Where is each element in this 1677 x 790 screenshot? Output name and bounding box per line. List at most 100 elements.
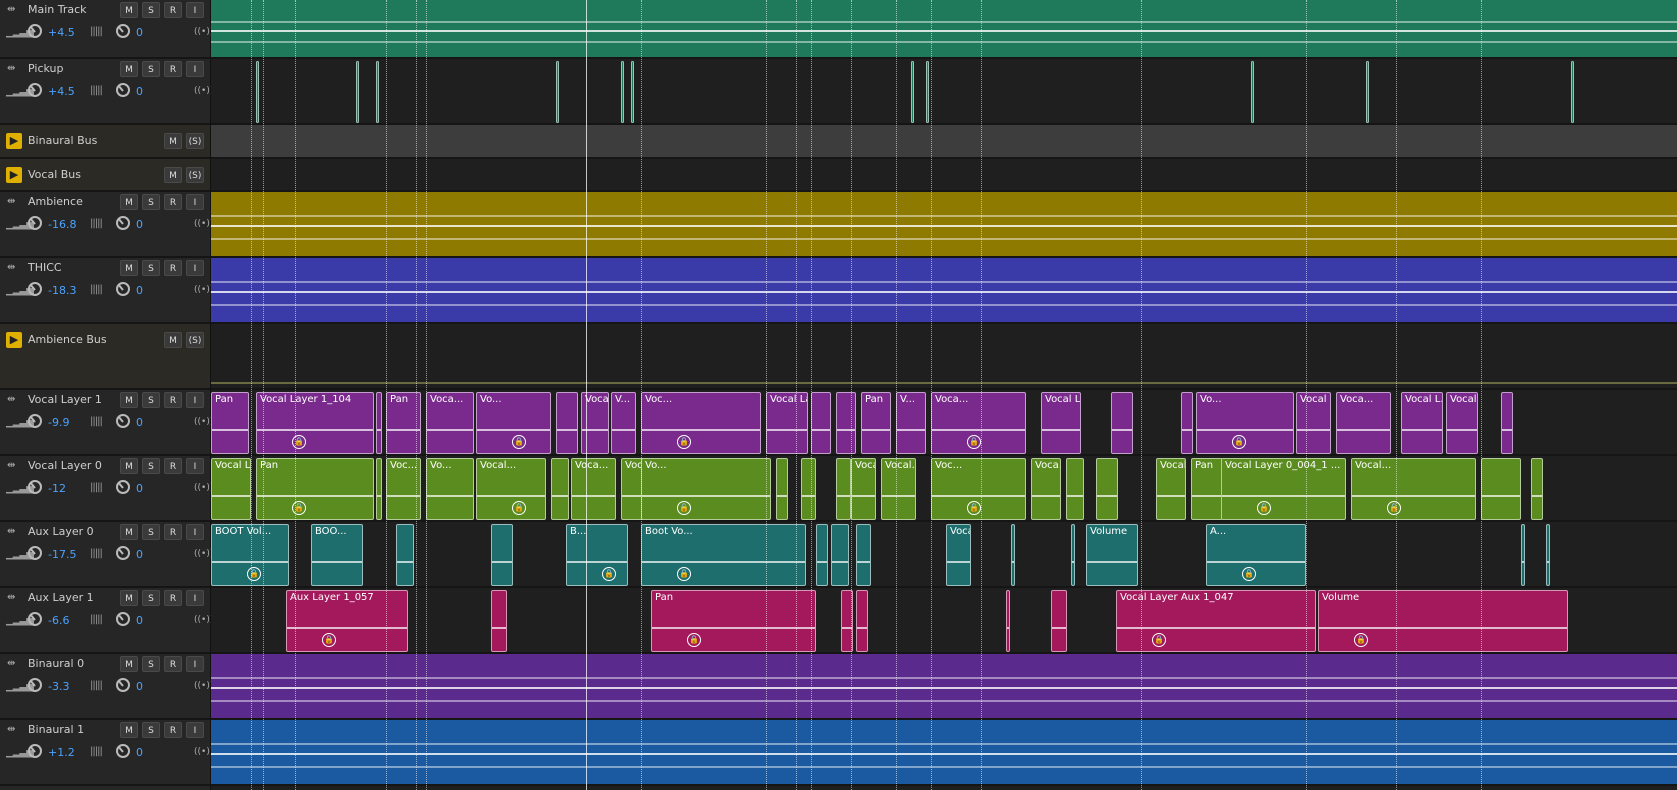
pan-knob[interactable] [116,216,130,230]
track-lane[interactable] [211,125,1677,159]
timeline[interactable]: Pan Vocal Layer 1_104 🔒 Pan Voca... Vo... 🔒 Voc… [211,0,1677,790]
lock-icon[interactable]: 🔒 [967,435,981,449]
volume-knob[interactable] [28,480,42,494]
pickup-clip[interactable] [1251,61,1254,123]
mute-button[interactable]: M [120,260,138,276]
vocal1-clip[interactable]: Voca... [426,392,474,454]
vocal1-clip[interactable] [1111,392,1133,454]
lock-icon[interactable]: 🔒 [967,501,981,515]
lock-icon[interactable]: 🔒 [1242,567,1256,581]
track-lane[interactable] [211,0,1677,59]
record-button[interactable]: R [164,458,182,474]
record-button[interactable]: R [164,260,182,276]
aux1-clip[interactable] [491,590,507,652]
vocal1-clip[interactable]: Vocal Layer 1_180 [766,392,808,454]
vocal0-clip[interactable]: Pan 🔒 [256,458,374,520]
pickup-clip[interactable] [621,61,624,123]
track-lane[interactable] [211,258,1677,324]
vocal0-clip[interactable] [376,458,382,520]
input-button[interactable]: I [186,194,204,210]
lock-icon[interactable]: 🔒 [677,435,691,449]
aux0-clip[interactable] [816,524,828,586]
input-button[interactable]: I [186,524,204,540]
pickup-clip[interactable] [356,61,359,123]
track-lane[interactable] [211,59,1677,125]
pan-value[interactable]: 0 [136,85,143,98]
vocal1-clip[interactable]: Voca... 🔒 [931,392,1026,454]
pan-value[interactable]: 0 [136,26,143,39]
mute-button[interactable]: M [120,524,138,540]
volume-value[interactable]: -18.3 [48,284,76,297]
vocal0-clip[interactable] [801,458,816,520]
solo-button[interactable]: S [142,524,160,540]
pan-value[interactable]: 0 [136,746,143,759]
vocal1-clip[interactable] [1181,392,1193,454]
pan-value[interactable]: 0 [136,284,143,297]
vocal0-clip[interactable] [1066,458,1084,520]
track-lane[interactable] [211,324,1677,390]
mute-button[interactable]: M [120,458,138,474]
record-button[interactable]: R [164,61,182,77]
lock-icon[interactable]: 🔒 [512,501,526,515]
vocal1-clip[interactable]: Vocal Layer 1_282 [1296,392,1331,454]
mute-button[interactable]: M [164,167,182,183]
solo-button[interactable]: (S) [186,332,204,348]
pan-knob[interactable] [116,546,130,560]
solo-button[interactable]: S [142,458,160,474]
pickup-clip[interactable] [376,61,379,123]
pan-knob[interactable] [116,414,130,428]
aux0-clip[interactable]: Volume [1086,524,1138,586]
vocal0-clip[interactable] [1531,458,1543,520]
vocal1-clip[interactable]: Vocal Layer 1_... [1041,392,1081,454]
vocal1-clip[interactable]: Pan [211,392,249,454]
pan-knob[interactable] [116,282,130,296]
lock-icon[interactable]: 🔒 [687,633,701,647]
aux0-clip[interactable] [856,524,871,586]
pickup-clip[interactable] [1366,61,1369,123]
vocal0-clip[interactable]: Vocal Layer 0_221 [851,458,876,520]
aux0-clip[interactable] [491,524,513,586]
pan-value[interactable]: 0 [136,218,143,231]
mute-button[interactable]: M [120,722,138,738]
pan-knob[interactable] [116,83,130,97]
lock-icon[interactable]: 🔒 [1257,501,1271,515]
volume-value[interactable]: +1.2 [48,746,75,759]
vocal1-clip[interactable]: Pan [861,392,891,454]
track-lane[interactable] [211,192,1677,258]
volume-value[interactable]: +4.5 [48,85,75,98]
solo-button[interactable]: S [142,656,160,672]
vocal0-clip[interactable]: Pan [1191,458,1223,520]
record-button[interactable]: R [164,194,182,210]
pickup-clip[interactable] [631,61,634,123]
pan-value[interactable]: 0 [136,614,143,627]
pickup-clip[interactable] [911,61,914,123]
vocal0-clip[interactable]: Vocal... 🔒 [1351,458,1476,520]
volume-knob[interactable] [28,24,42,38]
aux0-clip[interactable] [1071,524,1075,586]
volume-value[interactable]: -17.5 [48,548,76,561]
vocal1-clip[interactable]: Vo... 🔒 [1196,392,1294,454]
volume-value[interactable]: +4.5 [48,26,75,39]
volume-knob[interactable] [28,83,42,97]
record-button[interactable]: R [164,2,182,18]
aux1-clip[interactable]: Aux Layer 1_057 🔒 [286,590,408,652]
vocal0-clip[interactable]: Voca... [1031,458,1061,520]
vocal1-clip[interactable]: Voc... 🔒 [641,392,761,454]
pan-knob[interactable] [116,744,130,758]
vocal1-clip[interactable]: V... [896,392,926,454]
vocal1-clip[interactable]: Vocal... [1446,392,1478,454]
volume-knob[interactable] [28,612,42,626]
track-lane[interactable] [211,159,1677,192]
volume-value[interactable]: -6.6 [48,614,69,627]
input-button[interactable]: I [186,722,204,738]
vocal0-clip[interactable]: Vo... 🔒 [641,458,771,520]
vocal0-clip[interactable] [1481,458,1521,520]
input-button[interactable]: I [186,590,204,606]
lock-icon[interactable]: 🔒 [1354,633,1368,647]
aux0-clip[interactable] [396,524,414,586]
input-button[interactable]: I [186,656,204,672]
mute-button[interactable]: M [120,61,138,77]
aux0-clip[interactable]: BOOT Vol... 🔒 [211,524,289,586]
lock-icon[interactable]: 🔒 [1232,435,1246,449]
record-button[interactable]: R [164,590,182,606]
